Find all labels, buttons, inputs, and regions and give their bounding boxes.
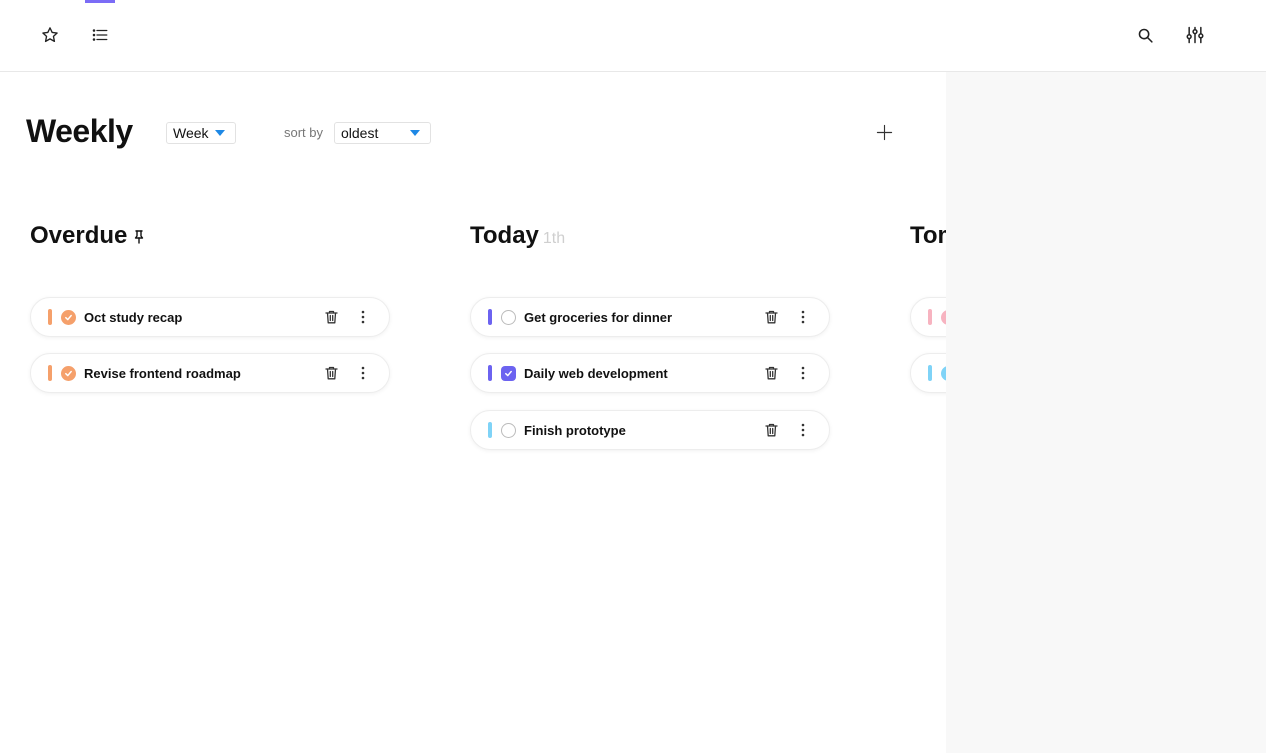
period-select[interactable]: Week <box>166 122 236 144</box>
column-title-text: Today <box>470 222 539 249</box>
task-card[interactable]: Oct study recap <box>30 297 390 337</box>
sliders-icon[interactable] <box>1180 20 1210 50</box>
period-select-value: Week <box>173 125 209 141</box>
top-bar <box>0 0 1266 72</box>
priority-color-bar <box>488 365 492 381</box>
star-icon[interactable] <box>35 20 65 50</box>
trash-icon[interactable] <box>763 364 779 382</box>
checked-checkbox-icon[interactable] <box>61 310 76 325</box>
plus-icon[interactable] <box>871 119 897 145</box>
list-icon[interactable] <box>85 20 115 50</box>
priority-color-bar <box>928 365 932 381</box>
more-options-icon[interactable] <box>795 421 811 439</box>
caret-down-icon <box>410 130 420 136</box>
trash-icon[interactable] <box>763 308 779 326</box>
active-tab-indicator <box>85 0 115 3</box>
task-label: Revise frontend roadmap <box>84 366 241 381</box>
more-options-icon[interactable] <box>795 308 811 326</box>
column-title-today: Today 1th <box>470 222 565 250</box>
task-label: Finish prototype <box>524 423 626 438</box>
trash-icon[interactable] <box>323 364 339 382</box>
priority-color-bar <box>488 422 492 438</box>
trash-icon[interactable] <box>323 308 339 326</box>
empty-checkbox-icon[interactable] <box>501 423 516 438</box>
priority-color-bar <box>928 309 932 325</box>
task-label: Get groceries for dinner <box>524 310 673 325</box>
trash-icon[interactable] <box>763 421 779 439</box>
task-card[interactable]: Finish prototype <box>470 410 830 450</box>
priority-color-bar <box>488 309 492 325</box>
task-card[interactable]: Get groceries for dinner <box>470 297 830 337</box>
page-title: Weekly <box>26 113 133 149</box>
checked-checkbox-icon[interactable] <box>61 366 76 381</box>
sort-label: sort by <box>284 125 324 140</box>
more-options-icon[interactable] <box>355 364 371 382</box>
task-label: Oct study recap <box>84 310 183 325</box>
pin-icon <box>133 223 145 251</box>
more-options-icon[interactable] <box>795 364 811 382</box>
empty-checkbox-icon[interactable] <box>501 310 516 325</box>
side-panel <box>946 72 1266 753</box>
column-title-text: Overdue <box>30 222 128 249</box>
caret-down-icon <box>215 130 225 136</box>
task-card[interactable]: Revise frontend roadmap <box>30 353 390 393</box>
sort-select-value: oldest <box>341 125 379 141</box>
more-options-icon[interactable] <box>355 308 371 326</box>
column-date: 1th <box>542 230 566 247</box>
checked-checkbox-icon[interactable] <box>501 366 516 381</box>
priority-color-bar <box>48 309 52 325</box>
column-title-overdue: Overdue <box>30 222 145 251</box>
priority-color-bar <box>48 365 52 381</box>
sort-select[interactable]: oldest <box>334 122 431 144</box>
task-label: Daily web development <box>524 366 668 381</box>
task-card[interactable]: Daily web development <box>470 353 830 393</box>
search-icon[interactable] <box>1130 20 1160 50</box>
